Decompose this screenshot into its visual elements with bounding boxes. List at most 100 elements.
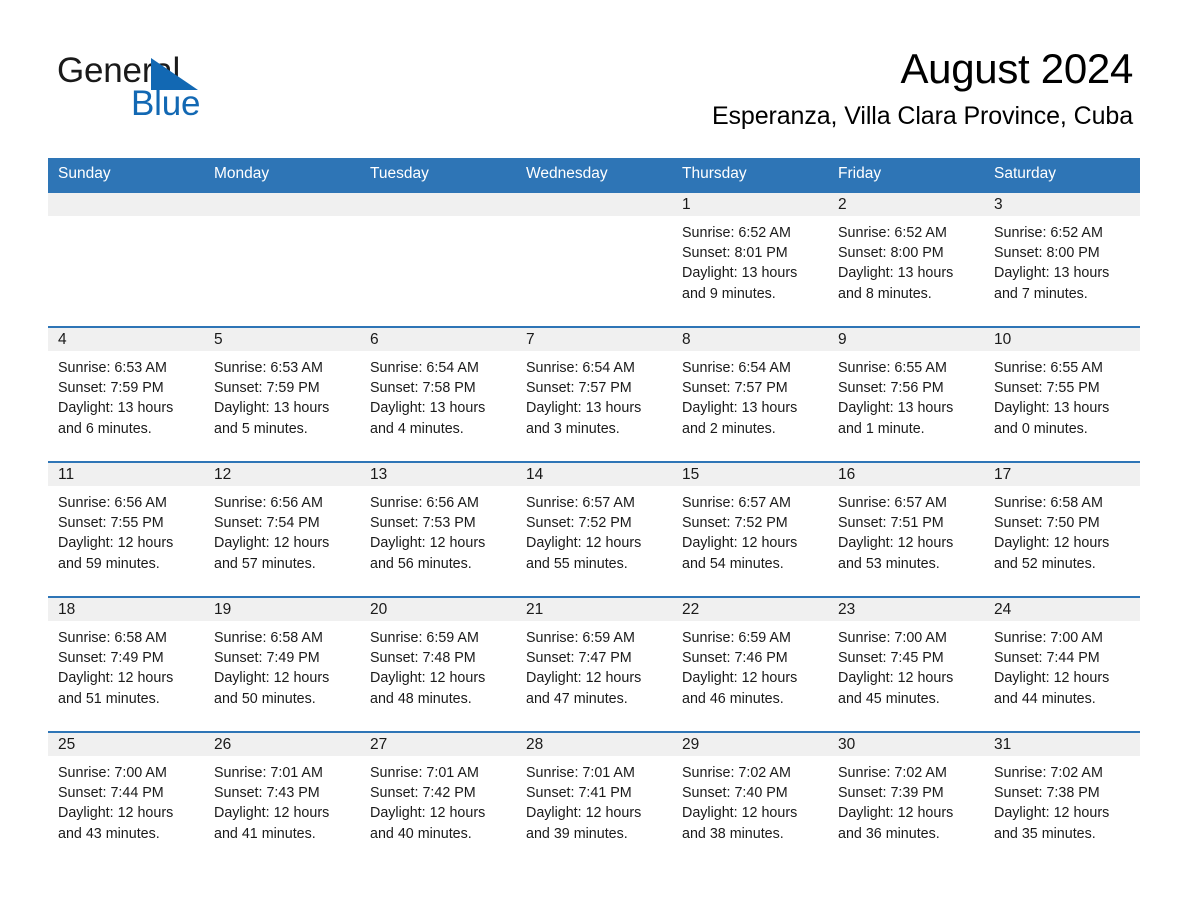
sunset-time: Sunset: 7:52 PM [526,515,632,532]
calendar-day-cell[interactable]: 22 Sunrise: 6:59 AM Sunset: 7:46 PM Dayligh… [672,596,828,732]
day-details: Sunrise: 7:02 AM Sunset: 7:39 PM Daylight:… [828,756,984,844]
calendar-day-cell [204,191,360,327]
day-details: Sunrise: 7:01 AM Sunset: 7:42 PM Daylight:… [360,756,516,844]
day-number: 21 [526,601,544,618]
day-details: Sunrise: 6:54 AM Sunset: 7:58 PM Daylight:… [360,351,516,439]
day-details: Sunrise: 7:01 AM Sunset: 7:41 PM Daylight:… [516,756,672,844]
calendar-day-cell[interactable]: 26 Sunrise: 7:01 AM Sunset: 7:43 PM Dayligh… [204,731,360,867]
day-number-band: 21 [516,598,672,621]
day-details: Sunrise: 7:01 AM Sunset: 7:43 PM Daylight:… [204,756,360,844]
calendar-day-cell[interactable]: 6 Sunrise: 6:54 AM Sunset: 7:58 PM Daylight… [360,326,516,462]
daylight-duration-line1: Daylight: 13 hours [214,400,330,417]
sunrise-time: Sunrise: 6:58 AM [994,495,1103,511]
sunrise-time: Sunrise: 7:01 AM [526,765,635,781]
sunrise-time: Sunrise: 6:59 AM [682,630,791,646]
daylight-duration-line2: and 36 minutes. [838,825,940,842]
calendar-day-cell[interactable]: 7 Sunrise: 6:54 AM Sunset: 7:57 PM Daylight… [516,326,672,462]
sunrise-time: Sunrise: 6:54 AM [682,360,791,376]
sunset-time: Sunset: 7:50 PM [994,515,1100,532]
day-number-band: 2 [828,193,984,216]
calendar-day-cell[interactable]: 20 Sunrise: 6:59 AM Sunset: 7:48 PM Dayligh… [360,596,516,732]
day-number: 15 [682,466,700,483]
daylight-duration-line2: and 45 minutes. [838,690,940,707]
sunrise-time: Sunrise: 6:59 AM [370,630,479,646]
day-number-band: 15 [672,463,828,486]
sunrise-time: Sunrise: 6:56 AM [214,495,323,511]
calendar-day-cell[interactable]: 9 Sunrise: 6:55 AM Sunset: 7:56 PM Daylight… [828,326,984,462]
calendar-day-cell[interactable]: 13 Sunrise: 6:56 AM Sunset: 7:53 PM Dayligh… [360,461,516,597]
page-header: General Blue August 2024 Esperanza, Vill… [0,0,1188,158]
sunset-time: Sunset: 7:58 PM [370,380,476,397]
day-number: 18 [58,601,76,618]
calendar-day-cell[interactable]: 28 Sunrise: 7:01 AM Sunset: 7:41 PM Dayligh… [516,731,672,867]
weekday-header-tuesday: Tuesday [360,158,516,192]
calendar-day-cell[interactable]: 4 Sunrise: 6:53 AM Sunset: 7:59 PM Daylight… [48,326,204,462]
calendar-day-cell[interactable]: 2 Sunrise: 6:52 AM Sunset: 8:00 PM Daylight… [828,191,984,327]
daylight-duration-line1: Daylight: 13 hours [994,265,1110,282]
day-number: 19 [214,601,232,618]
calendar-day-cell[interactable]: 27 Sunrise: 7:01 AM Sunset: 7:42 PM Dayligh… [360,731,516,867]
daylight-duration-line1: Daylight: 12 hours [214,535,330,552]
sunset-time: Sunset: 7:47 PM [526,650,632,667]
day-number: 31 [994,736,1012,753]
calendar-day-cell[interactable]: 23 Sunrise: 7:00 AM Sunset: 7:45 PM Dayligh… [828,596,984,732]
daylight-duration-line2: and 59 minutes. [58,555,160,572]
sunrise-time: Sunrise: 6:52 AM [838,225,947,241]
calendar-day-cell[interactable]: 1 Sunrise: 6:52 AM Sunset: 8:01 PM Daylight… [672,191,828,327]
calendar-day-cell[interactable]: 16 Sunrise: 6:57 AM Sunset: 7:51 PM Dayligh… [828,461,984,597]
calendar-day-cell[interactable]: 10 Sunrise: 6:55 AM Sunset: 7:55 PM Dayligh… [984,326,1140,462]
day-details: Sunrise: 7:02 AM Sunset: 7:40 PM Daylight:… [672,756,828,844]
day-number: 27 [370,736,388,753]
calendar-day-cell[interactable]: 19 Sunrise: 6:58 AM Sunset: 7:49 PM Dayligh… [204,596,360,732]
sunrise-time: Sunrise: 6:59 AM [526,630,635,646]
daylight-duration-line1: Daylight: 13 hours [526,400,642,417]
day-number-band: 7 [516,328,672,351]
daylight-duration-line1: Daylight: 12 hours [994,535,1110,552]
sunset-time: Sunset: 7:57 PM [526,380,632,397]
day-details: Sunrise: 6:54 AM Sunset: 7:57 PM Daylight:… [672,351,828,439]
sunset-time: Sunset: 7:43 PM [214,785,320,802]
day-number: 29 [682,736,700,753]
calendar-day-cell[interactable]: 3 Sunrise: 6:52 AM Sunset: 8:00 PM Daylight… [984,191,1140,327]
daylight-duration-line1: Daylight: 12 hours [370,535,486,552]
daylight-duration-line1: Daylight: 13 hours [682,400,798,417]
calendar-day-cell[interactable]: 15 Sunrise: 6:57 AM Sunset: 7:52 PM Dayligh… [672,461,828,597]
calendar-day-cell[interactable]: 18 Sunrise: 6:58 AM Sunset: 7:49 PM Dayligh… [48,596,204,732]
calendar-day-cell[interactable]: 17 Sunrise: 6:58 AM Sunset: 7:50 PM Dayligh… [984,461,1140,597]
daylight-duration-line1: Daylight: 13 hours [994,400,1110,417]
day-details: Sunrise: 6:58 AM Sunset: 7:49 PM Daylight:… [48,621,204,709]
daylight-duration-line1: Daylight: 13 hours [370,400,486,417]
day-number-band [48,193,204,216]
day-number-band: 10 [984,328,1140,351]
calendar-day-cell[interactable]: 24 Sunrise: 7:00 AM Sunset: 7:44 PM Dayligh… [984,596,1140,732]
calendar-day-cell[interactable]: 8 Sunrise: 6:54 AM Sunset: 7:57 PM Daylight… [672,326,828,462]
calendar-day-cell[interactable]: 30 Sunrise: 7:02 AM Sunset: 7:39 PM Dayligh… [828,731,984,867]
calendar-day-cell[interactable]: 11 Sunrise: 6:56 AM Sunset: 7:55 PM Dayligh… [48,461,204,597]
daylight-duration-line2: and 6 minutes. [58,420,152,437]
calendar-day-cell[interactable]: 14 Sunrise: 6:57 AM Sunset: 7:52 PM Dayligh… [516,461,672,597]
calendar-day-cell[interactable]: 29 Sunrise: 7:02 AM Sunset: 7:40 PM Dayligh… [672,731,828,867]
sunset-time: Sunset: 8:00 PM [994,245,1100,262]
day-number-band: 1 [672,193,828,216]
daylight-duration-line2: and 51 minutes. [58,690,160,707]
sunset-time: Sunset: 7:51 PM [838,515,944,532]
daylight-duration-line1: Daylight: 12 hours [214,805,330,822]
daylight-duration-line2: and 38 minutes. [682,825,784,842]
daylight-duration-line1: Daylight: 12 hours [526,535,642,552]
day-number: 3 [994,196,1003,213]
sunset-time: Sunset: 7:40 PM [682,785,788,802]
page-subtitle: Esperanza, Villa Clara Province, Cuba [711,102,1133,130]
calendar-day-cell[interactable]: 12 Sunrise: 6:56 AM Sunset: 7:54 PM Dayligh… [204,461,360,597]
day-details: Sunrise: 6:59 AM Sunset: 7:48 PM Daylight:… [360,621,516,709]
daylight-duration-line1: Daylight: 12 hours [526,805,642,822]
calendar-day-cell[interactable]: 25 Sunrise: 7:00 AM Sunset: 7:44 PM Dayligh… [48,731,204,867]
day-number-band: 16 [828,463,984,486]
daylight-duration-line2: and 5 minutes. [214,420,308,437]
daylight-duration-line1: Daylight: 12 hours [58,805,174,822]
day-number-band: 5 [204,328,360,351]
day-number: 8 [682,331,691,348]
calendar-day-cell[interactable]: 5 Sunrise: 6:53 AM Sunset: 7:59 PM Daylight… [204,326,360,462]
calendar-day-cell[interactable]: 21 Sunrise: 6:59 AM Sunset: 7:47 PM Dayligh… [516,596,672,732]
day-details: Sunrise: 7:02 AM Sunset: 7:38 PM Daylight:… [984,756,1140,844]
calendar-day-cell[interactable]: 31 Sunrise: 7:02 AM Sunset: 7:38 PM Dayligh… [984,731,1140,867]
